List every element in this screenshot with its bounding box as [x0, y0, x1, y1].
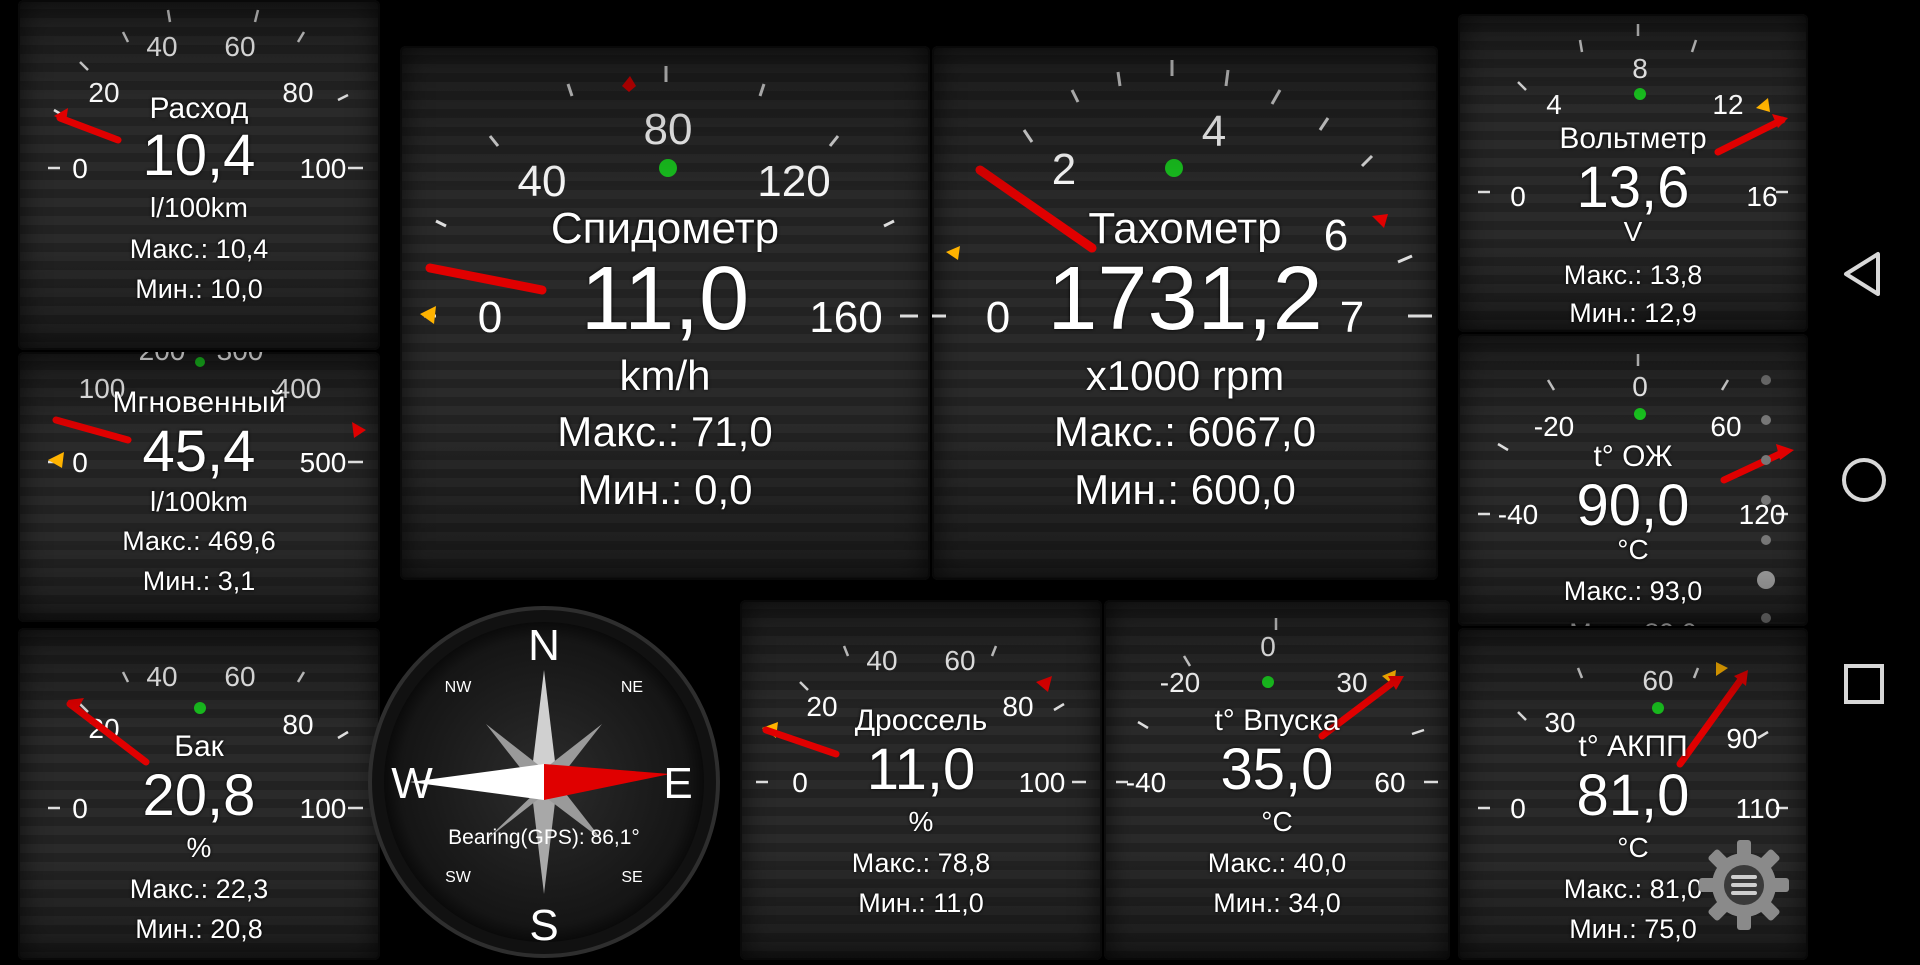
back-button[interactable] — [1834, 244, 1894, 304]
compass-nw: NW — [445, 679, 473, 696]
gauge-instant-consumption[interactable]: 0 100 200 300 400 500 Мгновенный 45,4 l/… — [18, 352, 380, 622]
fuel-consumption-value: 10,4 — [142, 123, 256, 188]
tachometer-min: Мин.: 600,0 — [1074, 466, 1296, 513]
compass-s: S — [529, 901, 558, 950]
throttle-max: Макс.: 78,8 — [851, 848, 991, 878]
compass-dial: N S E W NW NE SW SE Bearing(GPS): 86,1° — [368, 606, 720, 958]
speedometer-title: Спидометр — [550, 204, 780, 253]
voltmeter-unit: V — [1623, 216, 1643, 247]
coolant-temp-unit: °C — [1617, 534, 1649, 565]
tachometer-max: Макс.: 6067,0 — [1053, 408, 1317, 455]
tachometer-value: 1731,2 — [1047, 249, 1323, 349]
compass-w: W — [391, 759, 433, 808]
speedometer-tick-80: 80 — [644, 105, 693, 154]
intake-tick-30: 30 — [1336, 667, 1367, 698]
transmission-tick-60: 60 — [1642, 665, 1673, 696]
voltmeter-max: Макс.: 13,8 — [1563, 260, 1703, 290]
intake-temp-value: 35,0 — [1220, 737, 1334, 802]
throttle-min: Мин.: 11,0 — [858, 888, 984, 918]
speedometer-min: Мин.: 0,0 — [577, 466, 753, 513]
home-icon — [1842, 458, 1886, 502]
instant-tick-300: 300 — [217, 352, 264, 366]
intake-temp-max: Макс.: 40,0 — [1207, 848, 1347, 878]
gauge-intake-temp[interactable]: -40 -20 0 30 60 t° Впуска 35,0 °C Макс.:… — [1104, 600, 1450, 960]
transmission-temp-value: 81,0 — [1576, 763, 1690, 828]
fuel-tank-unit: % — [186, 832, 212, 863]
fuel-tank-value: 20,8 — [142, 763, 256, 828]
voltmeter-value: 13,6 — [1576, 155, 1690, 220]
throttle-value: 11,0 — [866, 737, 976, 802]
coolant-tick-60: 60 — [1710, 411, 1741, 442]
instant-consumption-unit: l/100km — [149, 486, 249, 517]
recents-icon — [1844, 664, 1884, 704]
speedometer-unit: km/h — [619, 352, 711, 399]
fuel-tank-tick-40: 40 — [146, 661, 177, 692]
fuel-consumption-tick-40: 40 — [146, 31, 177, 62]
instant-consumption-min: Мин.: 3,1 — [142, 566, 256, 596]
fuel-tank-min: Мин.: 20,8 — [135, 914, 263, 944]
tachometer-tick-4: 4 — [1202, 107, 1226, 156]
intake-tick-minus20: -20 — [1160, 667, 1200, 698]
intake-temp-title: t° Впуска — [1214, 704, 1340, 737]
gauge-coolant-temp[interactable]: -40 -20 0 60 120 t° ОЖ 90,0 °C Макс.: 93… — [1458, 334, 1808, 626]
coolant-temp-min: Мин.: 89,0 — [1458, 618, 1808, 626]
tachometer-unit: x1000 rpm — [1085, 352, 1285, 399]
gauge-throttle[interactable]: 0 20 40 60 80 100 Дроссель 11,0 % Макс.:… — [740, 600, 1102, 960]
voltmeter-title: Вольтметр — [1559, 122, 1707, 155]
fuel-tank-title: Бак — [174, 730, 224, 763]
coolant-temp-max: Макс.: 93,0 — [1563, 576, 1703, 606]
tachometer-title: Тахометр — [1088, 204, 1282, 253]
fuel-consumption-min: Мин.: 10,0 — [135, 274, 263, 304]
gauge-fuel-tank[interactable]: 0 20 40 60 80 100 Бак 20,8 % Макс.: 22,3… — [18, 628, 380, 960]
coolant-tick-0: 0 — [1632, 371, 1648, 402]
fuel-consumption-unit: l/100km — [149, 192, 249, 223]
instant-consumption-max: Макс.: 469,6 — [122, 526, 276, 556]
speedometer-tick-120: 120 — [757, 157, 830, 206]
voltmeter-tick-8: 8 — [1632, 53, 1648, 84]
instant-consumption-value: 45,4 — [142, 419, 256, 484]
coolant-tick-minus20: -20 — [1534, 411, 1574, 442]
speedometer-max: Макс.: 71,0 — [557, 408, 773, 455]
recents-button[interactable] — [1834, 654, 1894, 714]
compass-se: SE — [621, 869, 642, 886]
compass-sw: SW — [445, 869, 472, 886]
gear-menu-icon — [1699, 840, 1789, 930]
instant-consumption-title: Мгновенный — [112, 386, 286, 419]
throttle-unit: % — [908, 806, 934, 837]
compass-bearing: Bearing(GPS): 86,1° — [448, 826, 640, 849]
back-icon — [1844, 252, 1880, 296]
voltmeter-tick-12: 12 — [1712, 89, 1743, 120]
gauge-speedometer[interactable]: 0 40 80 120 160 Спидометр 11,0 km/h Макс… — [400, 46, 930, 580]
speedometer-value: 11,0 — [580, 249, 750, 349]
intake-tick-0: 0 — [1260, 631, 1276, 662]
gauge-fuel-consumption[interactable]: 0 20 40 60 80 100 Расход 10,4 l/100km Ма… — [18, 0, 380, 350]
throttle-tick-40: 40 — [866, 645, 897, 676]
compass-ne: NE — [621, 679, 643, 696]
compass-widget[interactable]: N S E W NW NE SW SE Bearing(GPS): 86,1° — [366, 604, 722, 960]
voltmeter-tick-4: 4 — [1546, 89, 1562, 120]
gauge-voltmeter[interactable]: 0 4 8 12 16 Вольтметр 13,6 V Макс.: 13,8… — [1458, 14, 1808, 332]
tachometer-tick-2: 2 — [1052, 145, 1076, 194]
instant-tick-200: 200 — [139, 352, 186, 366]
throttle-title: Дроссель — [854, 704, 988, 737]
gauge-tachometer[interactable]: 0 2 4 6 7 Тахометр 1731,2 x1000 rpm Макс… — [932, 46, 1438, 580]
fuel-consumption-max: Макс.: 10,4 — [129, 234, 269, 264]
intake-temp-min: Мин.: 34,0 — [1213, 888, 1341, 918]
intake-temp-unit: °C — [1261, 806, 1293, 837]
fuel-tank-tick-60: 60 — [224, 661, 255, 692]
compass-e: E — [663, 759, 692, 808]
speedometer-tick-40: 40 — [518, 157, 567, 206]
compass-n: N — [528, 621, 560, 670]
fuel-tank-max: Макс.: 22,3 — [129, 874, 269, 904]
fuel-consumption-title: Расход — [149, 92, 249, 125]
coolant-temp-title: t° ОЖ — [1593, 440, 1673, 473]
home-button[interactable] — [1834, 450, 1894, 510]
fuel-consumption-tick-60: 60 — [224, 31, 255, 62]
settings-button[interactable] — [1697, 838, 1791, 932]
transmission-temp-title: t° АКПП — [1578, 730, 1688, 763]
voltmeter-min: Мин.: 12,9 — [1569, 298, 1697, 328]
navigation-bar — [1808, 0, 1920, 960]
coolant-temp-value: 90,0 — [1576, 473, 1690, 538]
throttle-tick-60: 60 — [944, 645, 975, 676]
